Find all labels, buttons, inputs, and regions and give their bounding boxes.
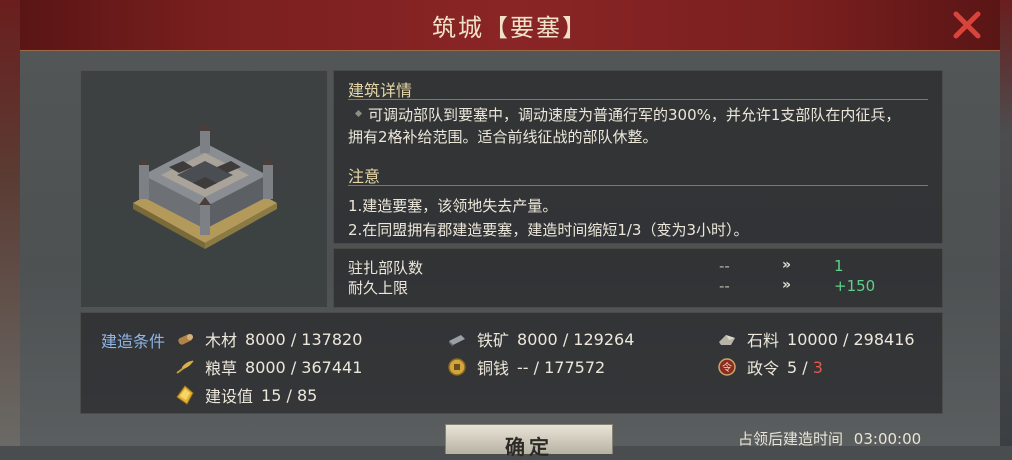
resource-iron: 铁矿 8000 / 129264 (447, 327, 634, 351)
wood-icon (175, 329, 195, 349)
stat-label-garrison: 驻扎部队数 (348, 259, 424, 277)
resource-order: 令 政令 5 / 3 (717, 355, 823, 379)
details-heading: 建筑详情 (348, 81, 413, 100)
arrow-icon: » (782, 277, 792, 293)
stat-label-durability: 耐久上限 (348, 279, 409, 297)
fortress-image (133, 123, 277, 249)
dialog-title: 筑城【要塞】 (432, 14, 588, 42)
stat-new-durability: +150 (834, 277, 876, 295)
stat-old-garrison: -- (719, 257, 730, 275)
close-button[interactable] (950, 8, 984, 42)
notes-heading: 注意 (348, 167, 381, 186)
note-2: 2.在同盟拥有郡建造要塞，建造时间缩短1/3（变为3小时）。 (348, 221, 749, 239)
resource-stone: 石料 10000 / 298416 (717, 327, 915, 351)
description-line-2: 拥有2格补给范围。适合前线征战的部队休整。 (348, 128, 658, 146)
resource-copper: 铜钱 -- / 177572 (447, 355, 605, 379)
arrow-icon: » (782, 257, 792, 273)
stone-icon (717, 329, 737, 349)
confirm-button[interactable]: 确定 (445, 424, 613, 459)
iron-icon (447, 329, 467, 349)
note-1: 1.建造要塞，该领地失去产量。 (348, 197, 558, 215)
build-conditions-panel: 建造条件 木材 8000 / 137820 铁矿 8000 / 129264 石… (80, 312, 943, 414)
divider (348, 99, 928, 100)
description-line-1: 可调动部队到要塞中，调动速度为普通行军的300%，并允许1支部队在内征兵， (368, 106, 901, 124)
divider (348, 185, 928, 186)
fortress-image-panel (80, 70, 328, 308)
bullet-icon (354, 109, 363, 118)
resource-grain: 粮草 8000 / 367441 (175, 355, 362, 379)
title-bar: 筑城【要塞】 (20, 0, 1000, 51)
coin-icon (447, 357, 467, 377)
stats-panel: 驻扎部队数 -- » 1 耐久上限 -- » +150 (333, 248, 943, 308)
close-icon (953, 11, 981, 39)
stat-old-durability: -- (719, 277, 730, 295)
resource-wood: 木材 8000 / 137820 (175, 327, 362, 351)
building-details-panel: 建筑详情 可调动部队到要塞中，调动速度为普通行军的300%，并允许1支部队在内征… (333, 70, 943, 244)
svg-text:令: 令 (722, 361, 732, 374)
build-fortress-dialog: 筑城【要塞】 建筑详情 可调动部队到要塞中，调动速度为普通行军的300%，并允许… (20, 0, 1000, 459)
grain-icon (175, 357, 195, 377)
stat-new-garrison: 1 (834, 257, 844, 275)
resource-build-value: 建设值 15 / 85 (175, 383, 317, 407)
build-value-icon (175, 385, 195, 405)
order-icon: 令 (717, 357, 737, 377)
conditions-label: 建造条件 (101, 332, 166, 351)
